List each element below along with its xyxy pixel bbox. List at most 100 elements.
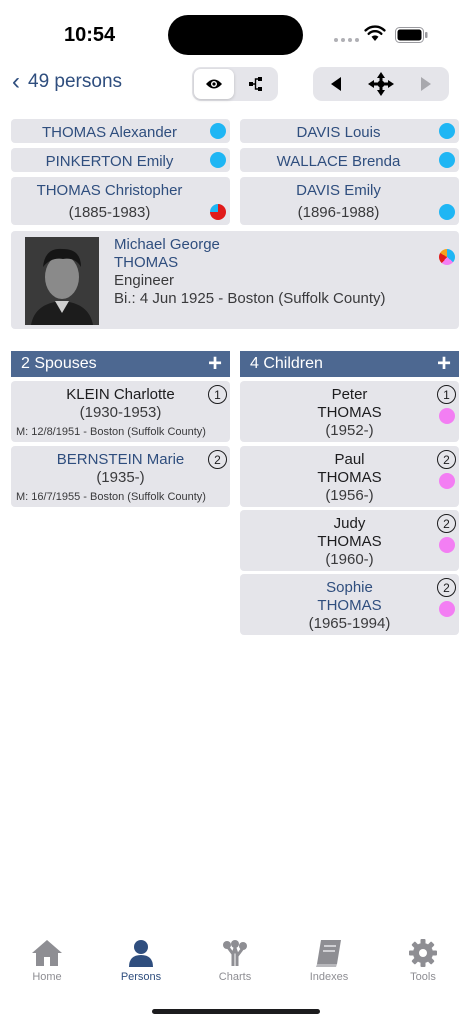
male-marker bbox=[439, 152, 455, 168]
tab-home[interactable]: Home bbox=[17, 938, 77, 983]
next-arrow-icon bbox=[420, 77, 431, 91]
ancestor-card[interactable]: THOMAS Christopher (1885-1983) bbox=[11, 177, 230, 225]
pie-marker-icon bbox=[210, 204, 226, 220]
male-marker bbox=[210, 123, 226, 139]
person-navigation-group bbox=[313, 67, 449, 101]
tab-label: Home bbox=[32, 971, 62, 983]
spouses-header-label: 2 Spouses bbox=[21, 355, 97, 372]
child-surname: THOMAS bbox=[317, 404, 382, 421]
next-person-button[interactable] bbox=[403, 67, 448, 101]
tab-label: Persons bbox=[120, 971, 162, 983]
marriage-number-badge: 2 bbox=[437, 578, 456, 597]
spouses-header: 2 Spouses + bbox=[11, 350, 230, 378]
cellular-signal-icon bbox=[334, 38, 359, 42]
tab-label: Indexes bbox=[309, 971, 349, 983]
child-dates: (1965-1994) bbox=[308, 615, 391, 632]
ancestor-name: DAVIS Emily bbox=[296, 182, 381, 199]
back-button[interactable]: ‹ 49 persons bbox=[12, 70, 122, 94]
tab-tools[interactable]: Tools bbox=[393, 938, 453, 983]
child-card[interactable]: Paul THOMAS (1956-) 2 bbox=[240, 446, 459, 507]
ancestor-card[interactable]: PINKERTON Emily bbox=[11, 148, 230, 172]
ancestor-card[interactable]: THOMAS Alexander bbox=[11, 119, 230, 143]
marriage-number-badge: 1 bbox=[208, 385, 227, 404]
tab-label: Tools bbox=[410, 971, 436, 983]
spouse-card[interactable]: BERNSTEIN Marie (1935-) M: 16/7/1955 - B… bbox=[11, 446, 230, 507]
ancestor-card[interactable]: DAVIS Emily (1896-1988) bbox=[240, 177, 459, 225]
female-marker bbox=[439, 537, 455, 553]
wifi-icon bbox=[364, 25, 386, 41]
ancestor-card[interactable]: DAVIS Louis bbox=[240, 119, 459, 143]
person-given-names: Michael George bbox=[114, 236, 220, 253]
marriage-info: M: 16/7/1955 - Boston (Suffolk County) bbox=[16, 491, 206, 503]
back-label: 49 persons bbox=[28, 71, 123, 92]
home-indicator bbox=[152, 1009, 320, 1014]
person-photo bbox=[25, 237, 99, 325]
male-marker bbox=[439, 123, 455, 139]
male-marker bbox=[210, 152, 226, 168]
tree-icon bbox=[249, 77, 262, 91]
dynamic-island bbox=[168, 15, 303, 55]
ancestor-name: WALLACE Brenda bbox=[276, 153, 401, 170]
ancestor-dates: (1896-1988) bbox=[297, 204, 380, 221]
ancestor-name: THOMAS Christopher bbox=[36, 182, 183, 199]
eye-icon bbox=[206, 79, 222, 89]
children-header: 4 Children + bbox=[240, 350, 459, 378]
status-time: 10:54 bbox=[64, 24, 116, 46]
ancestor-name: PINKERTON Emily bbox=[45, 153, 174, 170]
marriage-number-badge: 2 bbox=[437, 514, 456, 533]
child-given-name: Peter bbox=[331, 386, 368, 403]
main-person-card[interactable]: Michael George THOMAS Engineer Bi.: 4 Ju… bbox=[11, 231, 459, 329]
chart-tree-icon bbox=[223, 940, 247, 966]
female-marker bbox=[439, 601, 455, 617]
child-surname: THOMAS bbox=[317, 533, 382, 550]
spouse-dates: (1930-1953) bbox=[79, 404, 162, 421]
female-marker bbox=[439, 408, 455, 424]
marriage-number-badge: 1 bbox=[437, 385, 456, 404]
child-dates: (1952-) bbox=[325, 422, 374, 439]
tab-label: Charts bbox=[218, 971, 252, 983]
ancestor-name: DAVIS Louis bbox=[296, 124, 381, 141]
child-given-name: Paul bbox=[334, 451, 365, 468]
previous-person-button[interactable] bbox=[313, 67, 358, 101]
book-icon bbox=[316, 940, 341, 967]
marriage-number-badge: 2 bbox=[208, 450, 227, 469]
center-person-button[interactable] bbox=[358, 67, 403, 101]
children-header-label: 4 Children bbox=[250, 355, 323, 372]
status-bar: 10:54 bbox=[0, 0, 471, 60]
child-dates: (1956-) bbox=[325, 487, 374, 504]
person-icon bbox=[129, 940, 153, 967]
tab-indexes[interactable]: Indexes bbox=[299, 938, 359, 983]
spouse-card[interactable]: KLEIN Charlotte (1930-1953) M: 12/8/1951… bbox=[11, 381, 230, 442]
person-surname: THOMAS bbox=[114, 254, 179, 271]
child-surname: THOMAS bbox=[317, 597, 382, 614]
child-card[interactable]: Sophie THOMAS (1965-1994) 2 bbox=[240, 574, 459, 635]
view-mode-segmented-control bbox=[192, 67, 278, 101]
child-card[interactable]: Peter THOMAS (1952-) 1 bbox=[240, 381, 459, 442]
child-card[interactable]: Judy THOMAS (1960-) 2 bbox=[240, 510, 459, 571]
tab-charts[interactable]: Charts bbox=[205, 938, 265, 983]
spouse-name: BERNSTEIN Marie bbox=[56, 451, 185, 468]
add-child-button[interactable]: + bbox=[437, 350, 451, 378]
tab-persons[interactable]: Persons bbox=[111, 938, 171, 983]
ancestor-name: THOMAS Alexander bbox=[41, 124, 178, 141]
spouse-dates: (1935-) bbox=[96, 469, 145, 486]
add-spouse-button[interactable]: + bbox=[208, 350, 222, 378]
previous-arrow-icon bbox=[330, 77, 341, 91]
eye-view-segment[interactable] bbox=[194, 69, 234, 99]
male-marker bbox=[439, 204, 455, 220]
marriage-number-badge: 2 bbox=[437, 450, 456, 469]
child-dates: (1960-) bbox=[325, 551, 374, 568]
tree-view-segment[interactable] bbox=[236, 69, 276, 99]
center-icon bbox=[367, 72, 394, 96]
person-occupation: Engineer bbox=[114, 272, 175, 289]
person-birth: Bi.: 4 Jun 1925 - Boston (Suffolk County… bbox=[114, 290, 386, 307]
navigation-bar: ‹ 49 persons bbox=[0, 66, 471, 104]
child-given-name: Sophie bbox=[326, 579, 373, 596]
battery-icon bbox=[395, 27, 428, 43]
female-marker bbox=[439, 473, 455, 489]
ancestor-card[interactable]: WALLACE Brenda bbox=[240, 148, 459, 172]
marriage-info: M: 12/8/1951 - Boston (Suffolk County) bbox=[16, 426, 206, 438]
chevron-left-icon: ‹ bbox=[12, 68, 20, 95]
spouse-name: KLEIN Charlotte bbox=[66, 386, 175, 403]
child-given-name: Judy bbox=[333, 515, 366, 532]
